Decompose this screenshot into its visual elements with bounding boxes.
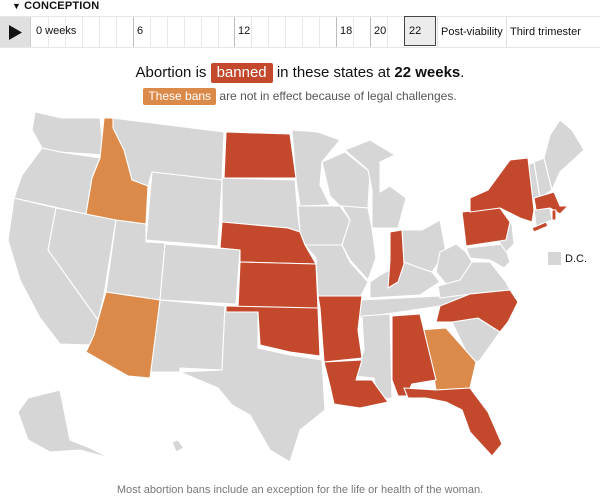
us-map [7, 111, 585, 463]
tick-minor[interactable] [319, 17, 320, 47]
play-button[interactable] [0, 17, 31, 47]
tick-label-22[interactable]: 22 [409, 25, 421, 37]
state-AR[interactable] [317, 295, 363, 363]
tick-minor[interactable] [268, 17, 269, 47]
tick-minor[interactable] [251, 17, 252, 47]
state-AK[interactable] [17, 389, 111, 459]
triangle-down-icon: ▼ [12, 1, 22, 11]
tick-label-20[interactable]: 20 [374, 25, 386, 37]
tick-week-12[interactable] [234, 17, 235, 47]
tick-minor[interactable] [99, 17, 100, 47]
state-KS[interactable] [237, 261, 319, 309]
tick-minor[interactable] [167, 17, 168, 47]
state-HI[interactable] [171, 439, 185, 453]
tick-minor[interactable] [302, 17, 303, 47]
state-ND[interactable] [223, 131, 297, 179]
dc-swatch[interactable] [548, 252, 561, 265]
state-FL[interactable] [403, 387, 503, 457]
tick-minor[interactable] [218, 17, 219, 47]
tick-minor[interactable] [387, 17, 388, 47]
play-icon [9, 25, 22, 40]
tick-minor[interactable] [116, 17, 117, 47]
dc-legend: D.C. [548, 252, 587, 265]
tick-minor[interactable] [82, 17, 83, 47]
state-RI[interactable] [551, 209, 557, 221]
tick-label-12[interactable]: 12 [238, 25, 250, 37]
tick-week-20[interactable] [370, 17, 371, 47]
tick-minor[interactable] [184, 17, 185, 47]
conception-label: ▼ CONCEPTION [12, 0, 100, 12]
week-timeline[interactable]: 0 weeks 6 12 18 20 22 Post-viability Thi… [0, 16, 600, 48]
state-WY[interactable] [145, 171, 223, 247]
tick-minor[interactable] [201, 17, 202, 47]
tick-minor[interactable] [285, 17, 286, 47]
tick-label-0[interactable]: 0 weeks [36, 25, 76, 37]
tick-label-18[interactable]: 18 [340, 25, 352, 37]
segment-post-viability[interactable]: Post-viability [437, 17, 506, 47]
tick-week-18[interactable] [336, 17, 337, 47]
selected-week-22[interactable]: 22 [404, 16, 436, 46]
tick-label-6[interactable]: 6 [137, 25, 143, 37]
tick-week-6[interactable] [133, 17, 134, 47]
state-IA[interactable] [297, 205, 351, 246]
state-AL[interactable] [391, 313, 437, 397]
state-CO[interactable] [159, 243, 241, 305]
footnote: Most abortion bans include an exception … [116, 484, 484, 496]
state-ME[interactable] [543, 119, 585, 191]
segment-third-trimester[interactable]: Third trimester [506, 17, 600, 47]
week-emphasis: 22 weeks [394, 64, 461, 81]
headline: Abortion is banned in these states at 22… [135, 63, 465, 83]
state-NM[interactable] [149, 299, 226, 373]
tick-minor[interactable] [150, 17, 151, 47]
state-PA[interactable] [461, 207, 511, 247]
tick-minor[interactable] [353, 17, 354, 47]
banned-badge: banned [210, 63, 273, 83]
